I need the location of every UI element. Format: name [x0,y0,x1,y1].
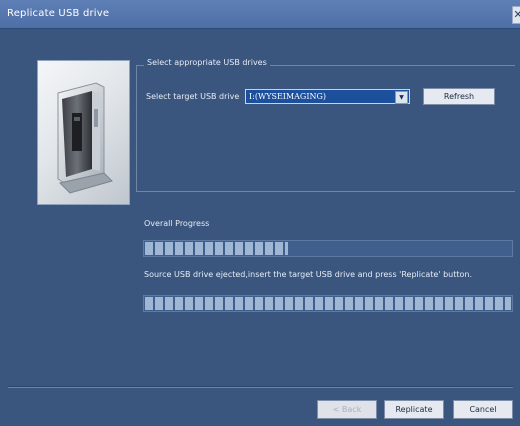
usb-progress-bar [143,295,513,312]
device-illustration [57,82,113,194]
back-button[interactable]: < Back [317,400,377,419]
chevron-down-icon[interactable]: ▼ [395,91,408,104]
status-message: Source USB drive ejected,insert the targ… [144,270,473,279]
thin-client-device-image [37,60,130,205]
overall-progress-fill [145,242,288,255]
groupbox-legend: Select appropriate USB drives [144,58,270,67]
overall-progress-bar [143,240,513,257]
replicate-button[interactable]: Replicate [384,400,444,419]
usb-progress-fill [145,297,511,310]
usb-drives-groupbox [136,65,515,192]
footer-divider [8,386,513,388]
target-drive-select[interactable]: I:(WYSEIMAGING) ▼ [245,89,410,104]
overall-progress-label: Overall Progress [144,219,210,228]
title-bar[interactable]: Replicate USB drive ✕ [0,0,520,29]
close-button[interactable]: ✕ [512,6,520,24]
target-drive-label: Select target USB drive [146,92,240,101]
window-title: Replicate USB drive [7,8,110,19]
target-drive-value: I:(WYSEIMAGING) [249,92,326,101]
refresh-button[interactable]: Refresh [423,88,495,105]
replicate-usb-dialog: Replicate USB drive ✕ Select appropriate… [0,0,520,426]
cancel-button[interactable]: Cancel [453,400,513,419]
close-icon: ✕ [513,8,520,21]
